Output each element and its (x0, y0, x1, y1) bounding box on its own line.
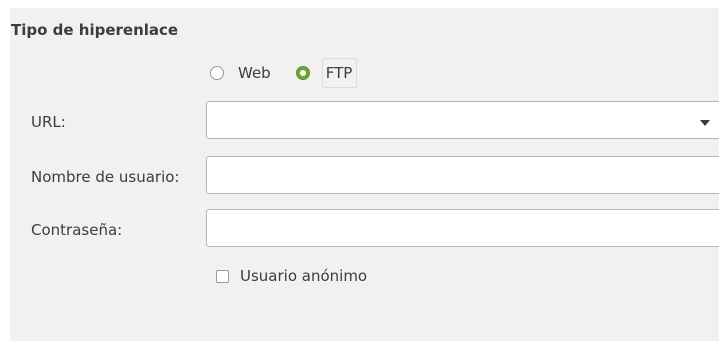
hyperlink-type-radio-group: Web FTP (210, 58, 358, 88)
radio-label-web[interactable]: Web (238, 64, 271, 82)
username-field[interactable] (206, 156, 719, 194)
radio-label-ftp[interactable]: FTP (321, 58, 358, 88)
anonymous-user-option[interactable]: Usuario anónimo (216, 264, 367, 288)
chevron-down-icon (700, 120, 710, 126)
radio-option-web[interactable]: Web (210, 58, 271, 88)
anonymous-user-checkbox[interactable] (216, 269, 229, 283)
url-combobox-input[interactable] (206, 101, 719, 139)
section-title: Tipo de hiperenlace (11, 21, 179, 39)
password-label: Contraseña: (31, 221, 123, 239)
url-label: URL: (31, 113, 66, 131)
radio-option-ftp[interactable]: FTP (295, 58, 358, 88)
radio-button-ftp[interactable] (295, 66, 310, 80)
password-field[interactable] (206, 209, 719, 247)
radio-button-web[interactable] (210, 66, 224, 80)
username-label: Nombre de usuario: (31, 168, 180, 186)
anonymous-user-label[interactable]: Usuario anónimo (240, 267, 367, 285)
url-dropdown-button[interactable] (693, 107, 717, 139)
